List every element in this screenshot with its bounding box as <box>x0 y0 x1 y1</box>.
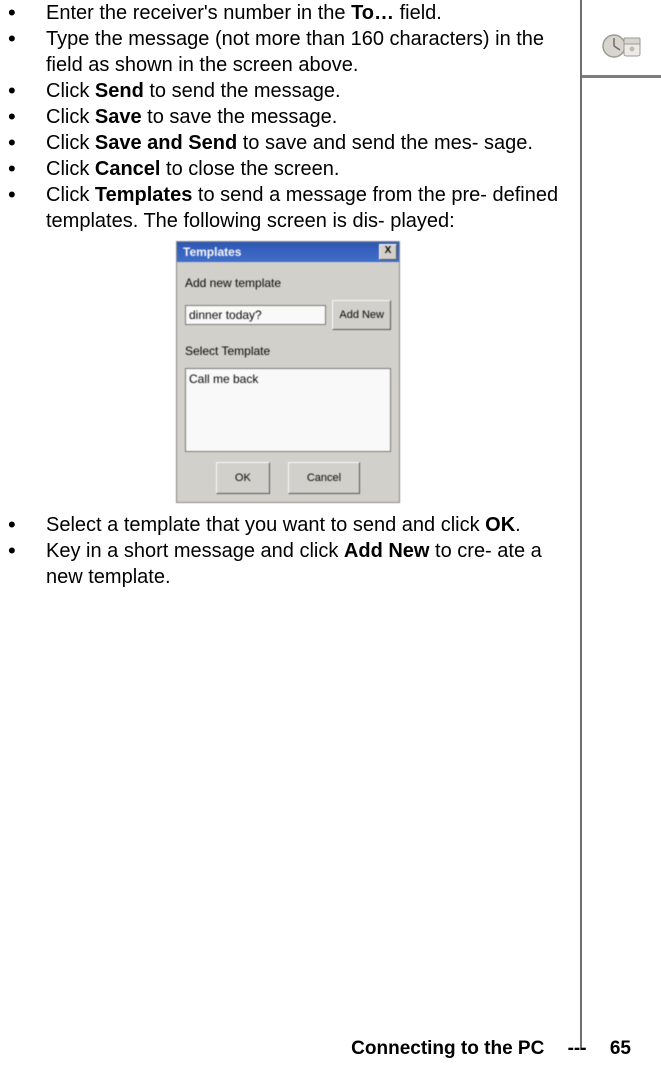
bullet-7: • Click Templates to send a message from… <box>8 182 568 234</box>
footer-separator: --- <box>568 1038 587 1059</box>
list-item[interactable]: Call me back <box>189 371 387 387</box>
bold: Cancel <box>95 158 161 180</box>
body-text: • Enter the receiver's number in the To…… <box>8 0 568 590</box>
section-icon <box>602 30 644 62</box>
cancel-button[interactable]: Cancel <box>288 462 360 494</box>
add-template-label: Add new template <box>185 270 391 296</box>
bullet-9: • Key in a short message and click Add N… <box>8 538 568 590</box>
bullet-dot: • <box>8 156 46 182</box>
template-input[interactable]: dinner today? <box>185 305 326 325</box>
dialog-titlebar: Templates X <box>177 242 399 262</box>
templates-dialog: Templates X Add new template dinner toda… <box>177 242 399 502</box>
bold: To… <box>351 2 394 24</box>
bold: Save and Send <box>95 132 237 154</box>
text: Type the message (not more than 160 char… <box>46 28 544 76</box>
bullet-6: • Click Cancel to close the screen. <box>8 156 568 182</box>
add-new-button[interactable]: Add New <box>332 300 391 330</box>
text: to save the message. <box>142 106 338 128</box>
bullet-dot: • <box>8 512 46 538</box>
text: Click <box>46 106 95 128</box>
bullet-dot: • <box>8 182 46 208</box>
bold: Templates <box>95 184 192 206</box>
dialog-title: Templates <box>183 239 379 265</box>
text: Click <box>46 158 95 180</box>
text: . <box>515 514 521 536</box>
bullet-2: • Type the message (not more than 160 ch… <box>8 26 568 78</box>
bullet-dot: • <box>8 130 46 156</box>
bullet-8: • Select a template that you want to sen… <box>8 512 568 538</box>
ok-button[interactable]: OK <box>216 462 270 494</box>
text: field. <box>394 2 442 24</box>
vertical-rule <box>580 0 582 1050</box>
bullet-dot: • <box>8 104 46 130</box>
bullet-dot: • <box>8 78 46 104</box>
page-number: 65 <box>610 1038 631 1059</box>
templates-dialog-figure: Templates X Add new template dinner toda… <box>8 242 568 502</box>
bold: Save <box>95 106 142 128</box>
bullet-dot: • <box>8 538 46 564</box>
text: Click <box>46 132 95 154</box>
text: Select a template that you want to send … <box>46 514 485 536</box>
text: to close the screen. <box>160 158 339 180</box>
bold: Send <box>95 80 144 102</box>
close-icon[interactable]: X <box>379 244 397 260</box>
bold: Add New <box>344 540 430 562</box>
bullet-1: • Enter the receiver's number in the To…… <box>8 0 568 26</box>
text: Enter the receiver's number in the <box>46 2 351 24</box>
text: Click <box>46 80 95 102</box>
page-footer: Connecting to the PC --- 65 <box>351 1038 631 1060</box>
select-template-label: Select Template <box>185 338 391 364</box>
bold: OK <box>485 514 515 536</box>
text: Key in a short message and click <box>46 540 344 562</box>
bullet-dot: • <box>8 26 46 52</box>
section-name: Connecting to the PC <box>351 1038 544 1059</box>
text: to send the message. <box>144 80 341 102</box>
bullet-dot: • <box>8 0 46 26</box>
template-list[interactable]: Call me back <box>185 368 391 452</box>
bullet-5: • Click Save and Send to save and send t… <box>8 130 568 156</box>
horizontal-rule <box>582 75 661 78</box>
bullet-4: • Click Save to save the message. <box>8 104 568 130</box>
text: to save and send the mes- sage. <box>237 132 533 154</box>
bullet-3: • Click Send to send the message. <box>8 78 568 104</box>
text: Click <box>46 184 95 206</box>
